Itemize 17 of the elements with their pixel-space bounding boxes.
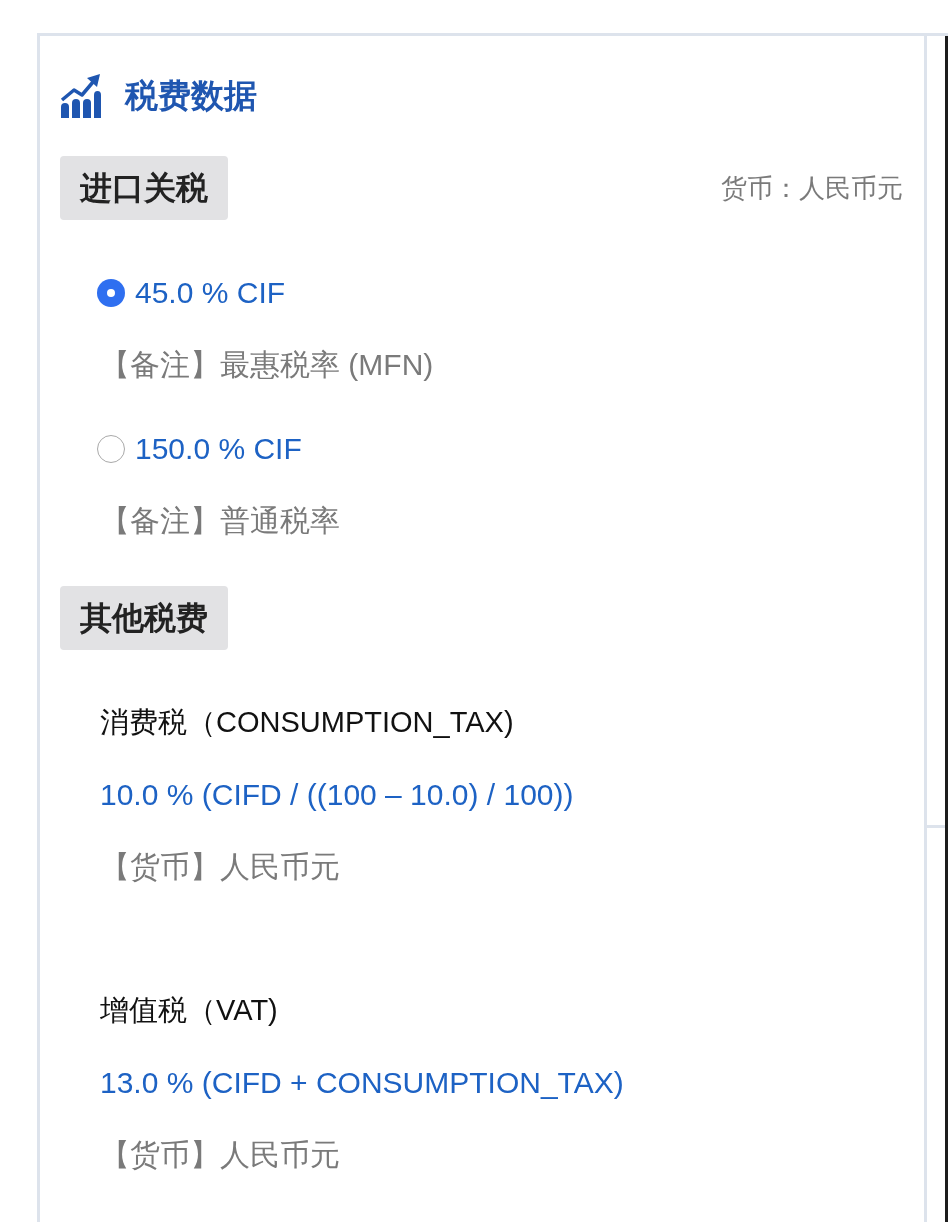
currency-label: 货币：人民币元 xyxy=(721,172,903,205)
tax-name: 消费税（CONSUMPTION_TAX) xyxy=(100,705,514,740)
section-heading: 其他税费 xyxy=(60,586,228,650)
radio-button[interactable] xyxy=(97,279,125,307)
rising-bar-chart-icon xyxy=(60,73,101,118)
radio-button[interactable] xyxy=(97,435,125,463)
duty-rate-text: 150.0 % CIF xyxy=(135,431,302,467)
tax-formula-text: 13.0 % (CIFD + CONSUMPTION_TAX) xyxy=(100,1065,624,1101)
remark-text: 【备注】普通税率 xyxy=(100,503,340,539)
currency-text: 【货币】人民币元 xyxy=(100,849,340,885)
currency-text: 【货币】人民币元 xyxy=(100,1137,340,1173)
panel-title: 税费数据 xyxy=(125,75,257,116)
tax-formula-text: 10.0 % (CIFD / ((100 – 10.0) / 100)) xyxy=(100,777,574,813)
duty-rate-text: 45.0 % CIF xyxy=(135,275,286,311)
tax-name: 增值税（VAT) xyxy=(100,993,278,1028)
section-heading: 进口关税 xyxy=(60,156,228,220)
remark-text: 【备注】最惠税率 (MFN) xyxy=(100,347,434,383)
